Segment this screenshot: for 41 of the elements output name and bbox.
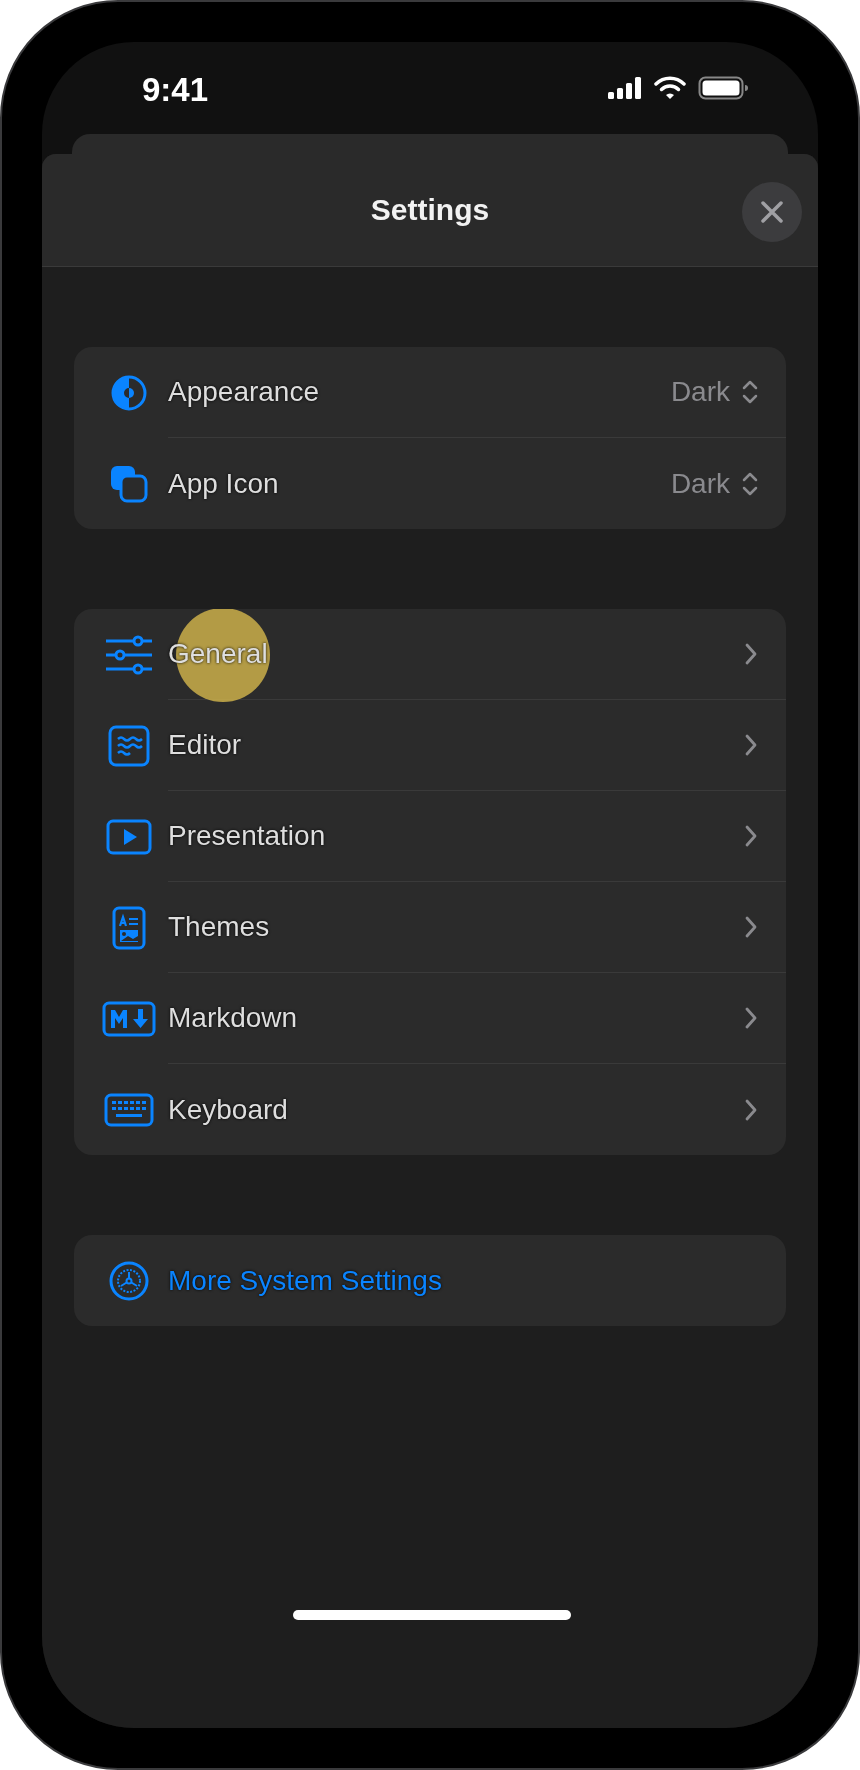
settings-row[interactable]: Editor [74, 700, 786, 791]
row-label: Themes [168, 911, 271, 943]
chevron-right-icon [744, 1007, 758, 1029]
gear-icon [109, 1260, 149, 1301]
settings-row[interactable]: App Icon Dark [74, 438, 786, 529]
play-icon [106, 818, 152, 855]
row-label: More System Settings [168, 1264, 443, 1297]
chevron-right-icon [744, 1098, 758, 1121]
chevron-right-icon [744, 643, 758, 665]
keyboard-icon [104, 1092, 154, 1127]
settings-row[interactable]: Markdown [74, 973, 786, 1064]
chevron-right-icon [744, 916, 758, 938]
wifi-icon [654, 76, 686, 100]
row-value: Dark [670, 376, 730, 408]
close-icon [760, 200, 784, 224]
row-label: App Icon [168, 467, 280, 500]
chevron-right-icon [744, 825, 758, 847]
settings-row[interactable]: Themes [74, 882, 786, 973]
settings-row[interactable]: Keyboard [74, 1064, 786, 1155]
status-time: 9:41 [142, 70, 209, 109]
overlapping-squares-icon [110, 464, 148, 503]
chevron-right-icon [744, 734, 758, 756]
row-value: Dark [670, 467, 730, 500]
signal-icon [608, 77, 642, 99]
picture-document-icon [112, 905, 146, 950]
row-label: Appearance [168, 376, 320, 408]
battery-icon [698, 76, 748, 100]
up-down-chevron-icon [742, 379, 758, 405]
row-label: Keyboard [168, 1093, 289, 1126]
row-label: Presentation [168, 820, 327, 852]
sliders-icon [104, 634, 154, 675]
row-label: Editor [168, 729, 243, 761]
settings-row[interactable]: Presentation [74, 791, 786, 882]
sheet-title: Settings [370, 193, 490, 227]
settings-row[interactable]: Appearance Dark [74, 347, 786, 438]
half-circle-icon [111, 374, 147, 411]
row-label: Markdown [168, 1002, 299, 1034]
up-down-chevron-icon [742, 470, 758, 497]
document-lines-icon [108, 724, 150, 767]
markdown-icon [102, 1000, 156, 1037]
settings-row[interactable]: More System Settings [74, 1235, 786, 1326]
